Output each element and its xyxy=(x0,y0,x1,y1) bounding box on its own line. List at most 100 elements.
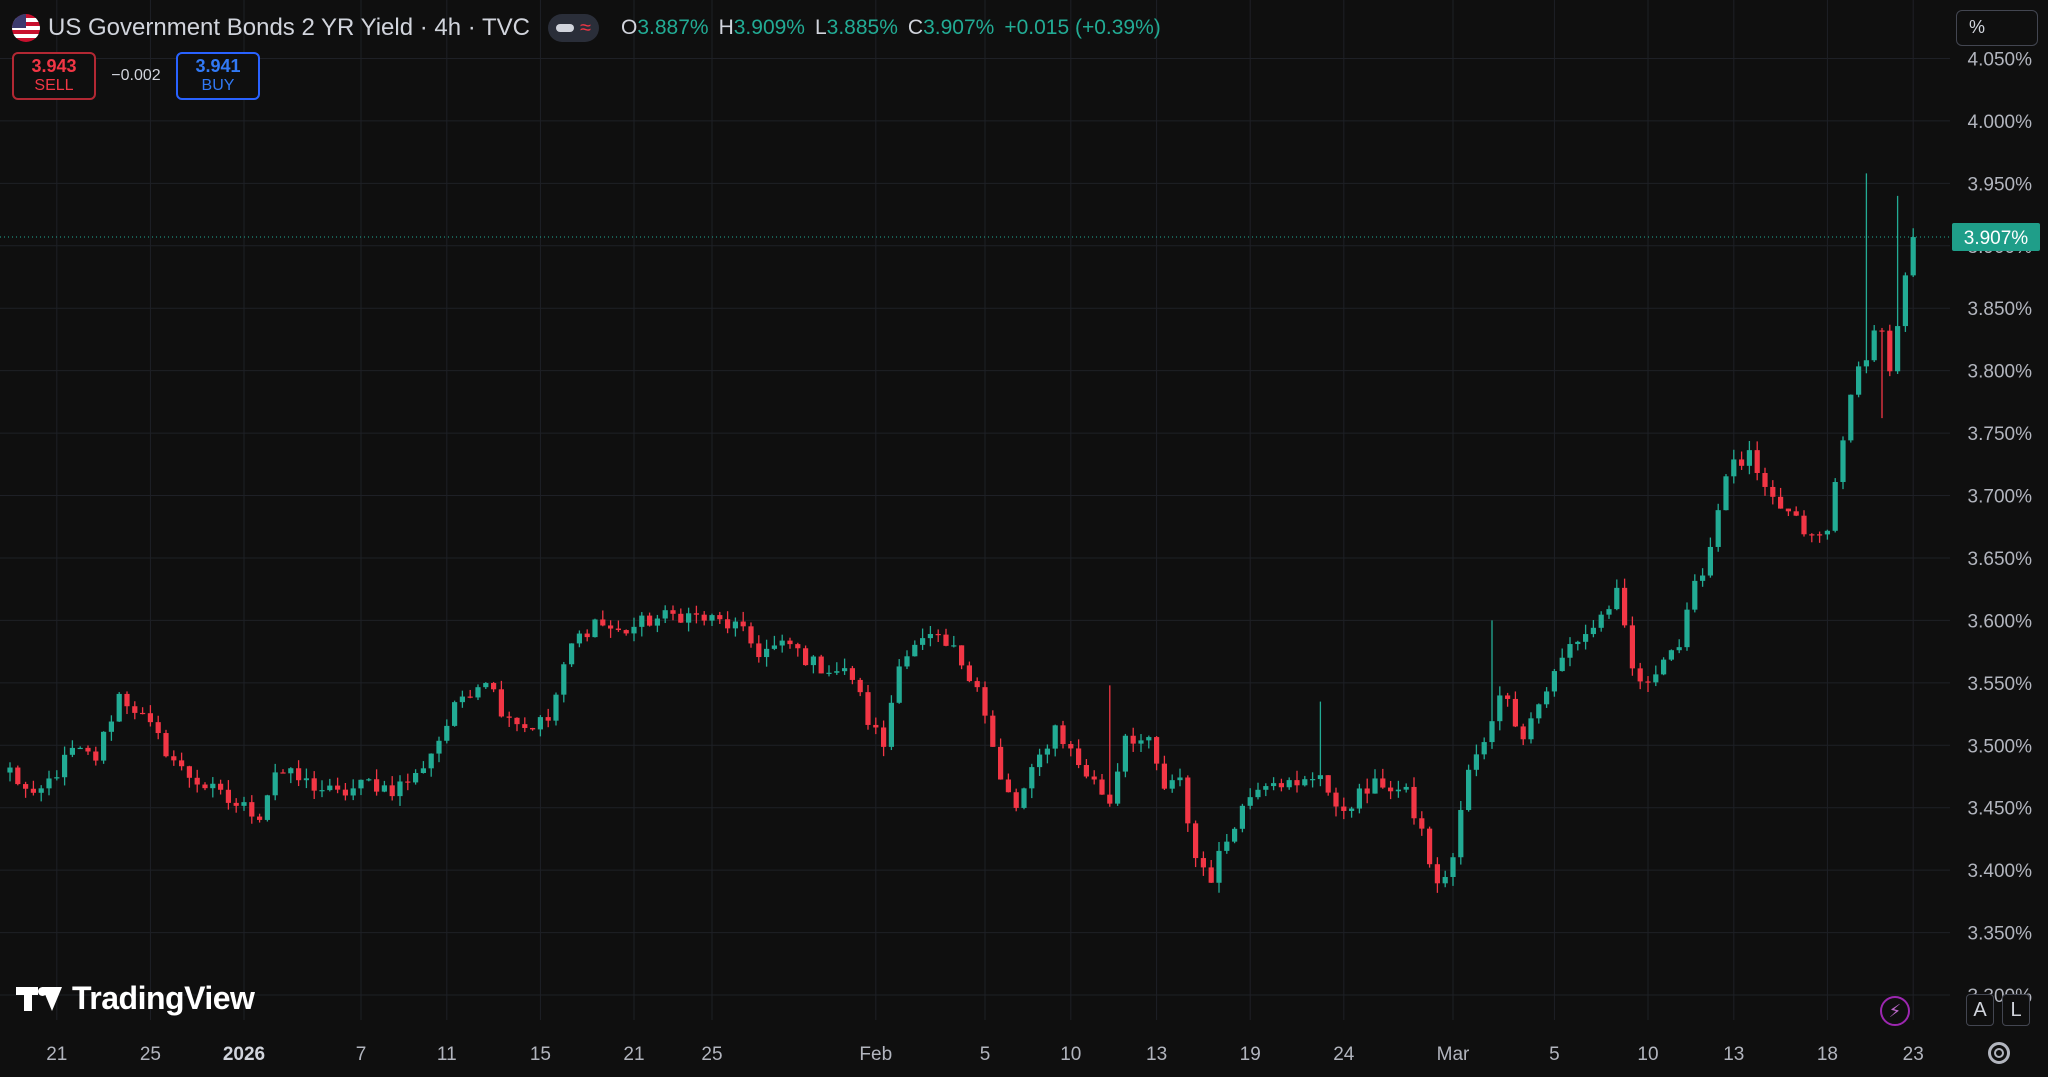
candle-body xyxy=(1497,695,1503,722)
candle-body xyxy=(1333,792,1339,807)
ohlc-open-key: O xyxy=(621,16,638,39)
symbol-title[interactable]: US Government Bonds 2 YR Yield · 4h · TV… xyxy=(48,14,530,42)
candle-body xyxy=(1037,754,1043,768)
candle-body xyxy=(1645,681,1651,683)
candle-body xyxy=(1551,671,1557,692)
grid xyxy=(0,0,1950,1020)
candle-body xyxy=(693,613,699,615)
hide-icon[interactable] xyxy=(556,24,575,32)
candle-body xyxy=(1239,805,1245,829)
candle-body xyxy=(701,614,707,621)
brand-name: TradingView xyxy=(72,980,255,1016)
candle-body xyxy=(1653,674,1659,683)
y-tick-label: 3.950% xyxy=(1968,174,2033,195)
x-tick-label: Mar xyxy=(1437,1044,1470,1065)
candle-body xyxy=(319,790,325,792)
candle-body xyxy=(1271,783,1277,787)
candle-body xyxy=(842,668,848,672)
candle-body xyxy=(1294,780,1300,786)
candle-body xyxy=(1809,534,1815,536)
candle-body xyxy=(1746,450,1752,466)
candle-body xyxy=(1013,792,1019,808)
candle-body xyxy=(1278,783,1284,788)
y-tick-label: 3.750% xyxy=(1968,424,2033,445)
candle-body xyxy=(857,679,863,693)
candle-body xyxy=(1177,777,1183,781)
ohlc-low-value: 3.885% xyxy=(826,16,898,39)
candle-body xyxy=(1302,779,1308,786)
candle-body xyxy=(218,783,224,790)
candle-body xyxy=(1614,587,1620,610)
candle-body xyxy=(1824,530,1830,535)
candle-body xyxy=(920,638,926,645)
candle-body xyxy=(194,777,200,785)
candle-body xyxy=(608,625,614,629)
candle-body xyxy=(1224,841,1230,851)
ohlc-high-value: 3.909% xyxy=(733,16,805,39)
candle-body xyxy=(912,644,918,657)
candle-body xyxy=(1887,330,1893,372)
lightning-icon[interactable]: ⚡ xyxy=(1880,996,1910,1026)
candle-body xyxy=(1762,473,1768,487)
candle-body xyxy=(1871,330,1877,361)
x-tick-label: 5 xyxy=(980,1044,991,1065)
candle-body xyxy=(1130,735,1136,744)
candle-body xyxy=(1583,634,1589,642)
candle-body xyxy=(1622,587,1628,626)
candle-body xyxy=(1005,779,1011,793)
candle-body xyxy=(514,717,520,725)
candle-body xyxy=(1427,828,1433,865)
sell-button[interactable]: 3.943 SELL xyxy=(12,52,96,100)
candle-body xyxy=(1122,735,1128,772)
chart-area[interactable]: 4.050%4.000%3.950%3.900%3.850%3.800%3.75… xyxy=(0,0,2048,1077)
candle-body xyxy=(1528,718,1534,740)
candle-body xyxy=(654,618,660,626)
candle-body xyxy=(1832,482,1838,531)
candle-body xyxy=(1863,360,1869,367)
candle-body xyxy=(1489,721,1495,743)
candle-body xyxy=(1910,237,1916,276)
candle-body xyxy=(1364,788,1370,794)
tradingview-logo[interactable]: TradingView xyxy=(16,980,255,1017)
log-scale-button[interactable]: L xyxy=(2002,994,2030,1026)
candle-body xyxy=(225,789,231,803)
sell-label: SELL xyxy=(34,77,74,94)
candle-body xyxy=(475,687,481,698)
candle-body xyxy=(1021,788,1027,808)
settings-gear-icon[interactable] xyxy=(1988,1042,2010,1064)
candle-body xyxy=(155,722,161,734)
candle-body xyxy=(350,788,356,796)
wave-icon[interactable]: ≈ xyxy=(580,18,591,38)
scale-mode-selector[interactable]: % xyxy=(1956,10,2038,46)
candle-body xyxy=(366,779,372,781)
candle-body xyxy=(1598,614,1604,628)
candle-body xyxy=(327,785,333,791)
y-tick-label: 3.450% xyxy=(1968,799,2033,820)
legend-controls[interactable]: ≈ xyxy=(548,14,599,42)
candle-body xyxy=(756,643,762,658)
candle-body xyxy=(1879,330,1885,332)
candle-body xyxy=(584,633,590,638)
price-chart[interactable]: 4.050%4.000%3.950%3.900%3.850%3.800%3.75… xyxy=(0,0,2048,1077)
auto-scale-button[interactable]: A xyxy=(1966,994,1994,1026)
candle-body xyxy=(1801,515,1807,535)
candle-body xyxy=(537,717,543,730)
candle-body xyxy=(62,754,68,778)
candle-body xyxy=(491,683,497,690)
candle-body xyxy=(1185,777,1191,824)
last-price-label: 3.907% xyxy=(1964,228,2029,249)
candle-body xyxy=(311,778,317,791)
candle-body xyxy=(1263,786,1269,790)
sell-price: 3.943 xyxy=(31,56,77,76)
buy-button[interactable]: 3.941 BUY xyxy=(176,52,260,100)
y-tick-label: 3.800% xyxy=(1968,362,2033,383)
candle-body xyxy=(834,671,840,673)
ohlc-open-value: 3.887% xyxy=(637,16,709,39)
candle-body xyxy=(233,802,239,806)
candle-body xyxy=(1395,789,1401,792)
time-axis[interactable]: 21 25 2026 7 11 15 21 25 Feb 5 10 13 19 24 Mar 5 10 13 18 2… xyxy=(46,1044,1924,1065)
candle-body xyxy=(725,619,731,629)
candle-body xyxy=(748,626,754,644)
price-axis[interactable]: 4.050%4.000%3.950%3.900%3.850%3.800%3.75… xyxy=(1952,49,2040,1007)
candle-body xyxy=(1520,726,1526,740)
